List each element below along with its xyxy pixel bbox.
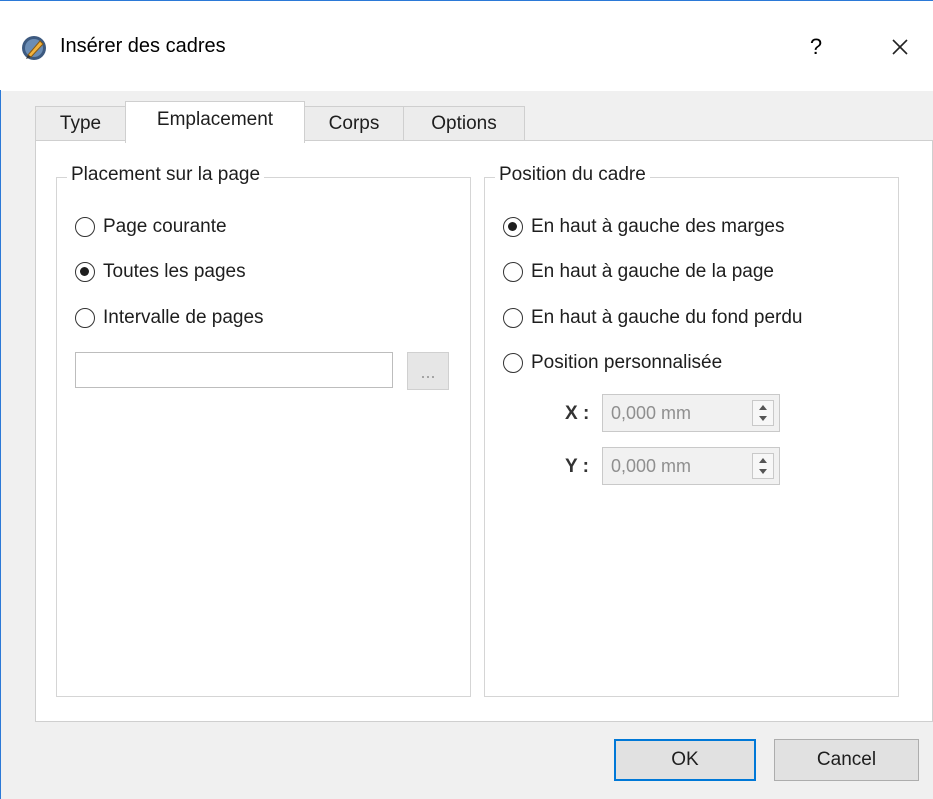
- ok-button[interactable]: OK: [614, 739, 756, 781]
- help-icon: ?: [809, 34, 823, 59]
- help-button[interactable]: ?: [796, 31, 836, 63]
- radio-button[interactable]: [503, 353, 523, 373]
- x-label: X :: [565, 403, 590, 424]
- close-icon: [892, 39, 908, 55]
- tab-emplacement[interactable]: Emplacement: [125, 101, 305, 143]
- radio-label: Position personnalisée: [531, 352, 723, 373]
- position-group: Position du cadre En haut à gauche des m…: [484, 164, 899, 697]
- x-value: 0,000 mm: [611, 403, 692, 423]
- radio-label: Page courante: [103, 216, 227, 237]
- spin-down-icon[interactable]: [753, 466, 773, 478]
- radio-button[interactable]: [503, 217, 523, 237]
- page-range-input[interactable]: [75, 352, 393, 388]
- radio-label: Intervalle de pages: [103, 307, 264, 328]
- tab-panel-emplacement: Placement sur la page Page courante Tout…: [35, 140, 933, 722]
- placement-group: Placement sur la page Page courante Tout…: [56, 164, 471, 697]
- placement-group-title: Placement sur la page: [67, 164, 265, 186]
- x-spinbox[interactable]: 0,000 mm: [602, 394, 780, 432]
- y-value: 0,000 mm: [611, 456, 692, 476]
- radio-button[interactable]: [75, 262, 95, 282]
- radio-button[interactable]: [503, 262, 523, 282]
- spin-down-icon[interactable]: [753, 413, 773, 425]
- y-spin-arrows[interactable]: [752, 453, 774, 479]
- tab-corps[interactable]: Corps: [304, 106, 404, 141]
- radio-button[interactable]: [75, 308, 95, 328]
- tab-options[interactable]: Options: [403, 106, 525, 141]
- app-icon: [22, 36, 46, 60]
- spin-up-icon[interactable]: [753, 401, 773, 413]
- title-bar: Insérer des cadres ?: [0, 0, 933, 91]
- radio-label: Toutes les pages: [103, 261, 246, 282]
- browse-pages-button[interactable]: ...: [407, 352, 449, 390]
- close-button[interactable]: [880, 31, 920, 63]
- window-border: [0, 90, 1, 799]
- radio-button[interactable]: [503, 308, 523, 328]
- tab-type[interactable]: Type: [35, 106, 126, 141]
- y-spinbox[interactable]: 0,000 mm: [602, 447, 780, 485]
- y-label: Y :: [565, 456, 589, 477]
- x-spin-arrows[interactable]: [752, 400, 774, 426]
- window-title: Insérer des cadres: [60, 35, 226, 57]
- radio-label: En haut à gauche de la page: [531, 261, 774, 282]
- spin-up-icon[interactable]: [753, 454, 773, 466]
- radio-button[interactable]: [75, 217, 95, 237]
- radio-label: En haut à gauche du fond perdu: [531, 307, 803, 328]
- position-group-title: Position du cadre: [495, 164, 650, 186]
- radio-label: En haut à gauche des marges: [531, 216, 785, 237]
- cancel-button[interactable]: Cancel: [774, 739, 919, 781]
